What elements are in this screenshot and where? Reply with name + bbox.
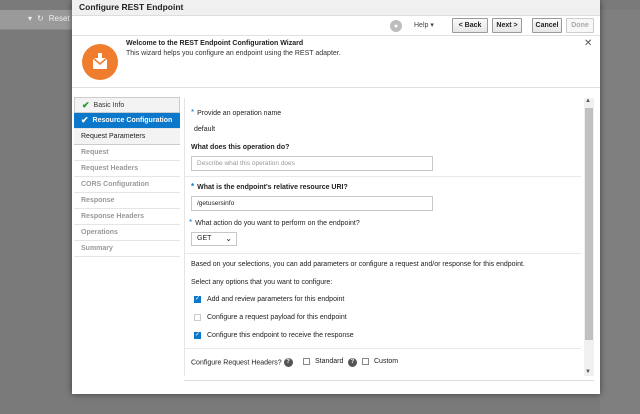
user-icon: ● [390,20,402,32]
nav-item-resource-configuration[interactable]: ✔ Resource Configuration [74,113,180,129]
info-text: Based on your selections, you can add pa… [191,261,525,268]
op-name-label: * Provide an operation name [191,108,282,117]
nav-item-operations: Operations [74,225,180,241]
check-icon: ✔ [81,115,89,125]
nav-item-label: Response Headers [81,213,145,220]
action-select-value: GET [197,235,212,242]
chevron-down-icon: ⌄ [225,234,232,243]
nav-item-label: Response [81,197,115,204]
welcome-title: Welcome to the REST Endpoint Configurati… [126,40,304,47]
uri-input[interactable]: /getusersinfo [191,196,433,211]
option-checkbox-request[interactable] [194,314,201,321]
divider [185,253,581,254]
close-icon[interactable]: ✕ [584,38,592,49]
wizard-nav: ✔ Basic Info ✔ Resource Configuration Re… [74,97,180,257]
options-label: Select any options that you want to conf… [191,279,333,286]
nav-item-cors-configuration: CORS Configuration [74,177,180,193]
scroll-down-icon[interactable]: ▼ [585,369,591,375]
adapter-icon [92,53,108,69]
nav-item-request-parameters[interactable]: Request Parameters [74,129,180,145]
check-icon: ✔ [82,99,90,110]
nav-item-label: Request [81,149,109,156]
required-marker: * [189,218,193,227]
divider [185,176,581,177]
required-marker: * [191,108,195,117]
req-headers-row: Configure Request Headers? ? [191,358,293,367]
reset-icon: ↻ [37,14,44,23]
help-label: Help [414,22,429,29]
nav-item-label: Request Headers [81,165,139,172]
chevron-down-icon: ▾ [430,22,434,29]
custom-headers-checkbox[interactable] [362,358,369,365]
option-checkbox-response[interactable]: ✓ [194,332,201,339]
divider [185,348,581,349]
configure-rest-endpoint-dialog: Configure REST Endpoint ● Help ▾ < Back … [72,0,600,394]
rest-adapter-logo [82,44,118,80]
form-scrollbar[interactable]: ▲ ▼ [584,98,594,376]
welcome-banner: Welcome to the REST Endpoint Configurati… [72,36,600,88]
standard-label: Standard [315,358,344,365]
cancel-button[interactable]: Cancel [532,18,562,33]
divider [184,380,594,381]
wizard-toolbar: ● Help ▾ < Back Next > Cancel Done [72,16,600,36]
option-label: Add and review parameters for this endpo… [207,296,345,303]
nav-item-request: Request [74,145,180,161]
help-icon[interactable]: ? [283,358,293,367]
nav-item-request-headers: Request Headers [74,161,180,177]
nav-item-response: Response [74,193,180,209]
option-label: Configure a request payload for this end… [207,314,347,321]
nav-item-response-headers: Response Headers [74,209,180,225]
nav-item-label: Operations [81,229,118,236]
standard-headers-checkbox[interactable] [303,358,310,365]
reset-label: Reset [48,14,70,23]
option-label: Configure this endpoint to receive the r… [207,332,354,339]
back-button[interactable]: < Back [452,18,488,33]
welcome-description: This wizard helps you configure an endpo… [126,50,341,57]
option-checkbox-parameters[interactable]: ✓ [194,296,201,303]
nav-item-label: Summary [81,245,113,252]
nav-item-label: Resource Configuration [92,117,173,124]
background-reset[interactable]: ▾ ↻ Reset [28,14,70,23]
nav-item-label: Basic Info [93,101,125,109]
help-menu[interactable]: Help ▾ [414,21,434,29]
resource-configuration-form: * Provide an operation name default What … [184,98,584,376]
action-select[interactable]: GET ⌄ [191,232,237,246]
action-label: * What action do you want to perform on t… [189,218,360,227]
custom-label: Custom [374,358,399,365]
nav-item-label: Request Parameters [81,133,146,140]
op-desc-input[interactable]: Describe what this operation does [191,156,433,171]
required-marker: * [191,182,195,191]
scroll-thumb[interactable] [585,108,593,340]
scroll-up-icon[interactable]: ▲ [585,98,591,104]
dialog-title: Configure REST Endpoint [72,0,600,16]
req-headers-label: Configure Request Headers? [191,359,282,367]
background-right-strip [600,10,640,414]
next-button[interactable]: Next > [492,18,522,33]
done-button: Done [566,18,594,33]
uri-label: * What is the endpoint's relative resourc… [191,182,348,191]
nav-item-summary: Summary [74,241,180,257]
nav-item-basic-info[interactable]: ✔ Basic Info [74,97,180,113]
help-icon[interactable]: ? [348,358,357,367]
op-name-value[interactable]: default [194,126,215,133]
chevron-down-icon: ▾ [28,14,33,23]
op-desc-label: What does this operation do? [191,144,290,151]
nav-item-label: CORS Configuration [81,181,150,188]
